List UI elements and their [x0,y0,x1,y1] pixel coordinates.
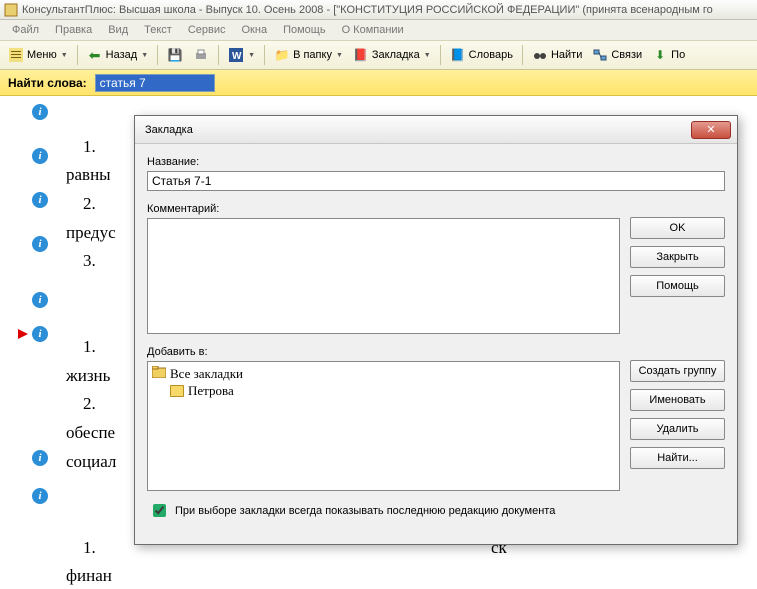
book-icon: 📘 [450,47,466,63]
info-icon[interactable]: i [32,450,48,466]
to-folder-label: В папку [293,49,332,61]
back-button-label: Назад [106,49,138,61]
find-words-input[interactable] [95,74,215,92]
save-button[interactable]: 💾 [163,43,187,67]
show-latest-label: При выборе закладки всегда показывать по… [175,505,555,517]
name-input[interactable] [147,171,725,191]
help-button[interactable]: Помощь [630,275,725,297]
folder-tree[interactable]: Все закладки Петрова [147,361,620,491]
down-arrow-icon: ⬇ [652,47,668,63]
back-arrow-icon: ⬅ [87,47,103,63]
menu-about[interactable]: О Компании [336,22,410,38]
info-icon[interactable]: i [32,192,48,208]
menu-windows[interactable]: Окна [236,22,274,38]
menu-button-label: Меню [27,49,57,61]
chevron-down-icon: ▼ [141,52,148,59]
show-latest-checkbox[interactable] [153,504,166,517]
close-dialog-button[interactable]: Закрыть [630,246,725,268]
bookmark-dialog: Закладка ✕ Название: Комментарий: OK Зак… [134,115,738,545]
addto-label: Добавить в: [147,346,620,358]
gutter: i i i i i i i i [0,96,62,572]
bookmark-label: Закладка [372,49,420,61]
find-words-bar: Найти слова: [0,70,757,96]
bookmark-button[interactable]: 📕 Закладка ▼ [349,43,435,67]
menu-icon [8,47,24,63]
menu-file[interactable]: Файл [6,22,45,38]
tree-child[interactable]: Петрова [152,382,615,399]
menu-help[interactable]: Помощь [277,22,332,38]
links-button[interactable]: Связи [588,43,646,67]
info-icon[interactable]: i [32,488,48,504]
delete-button[interactable]: Удалить [630,418,725,440]
to-folder-button[interactable]: 📁 В папку ▼ [270,43,347,67]
chevron-down-icon: ▼ [424,52,431,59]
info-icon[interactable]: i [32,148,48,164]
word-button[interactable]: W ▼ [224,43,259,67]
svg-text:W: W [232,51,242,62]
info-icon[interactable]: i [32,326,48,342]
po-button[interactable]: ⬇ По [648,43,689,67]
print-button[interactable] [189,43,213,67]
find-button[interactable]: Найти [528,43,586,67]
window-title: КонсультантПлюс: Высшая школа - Выпуск 1… [22,4,713,16]
menu-text[interactable]: Текст [138,22,178,38]
folder-icon [170,385,184,397]
links-label: Связи [611,49,642,61]
toolbar: Меню ▼ ⬅ Назад ▼ 💾 W ▼ 📁 В папку ▼ 📕 Зак… [0,40,757,70]
app-icon [4,3,18,17]
ok-button[interactable]: OK [630,217,725,239]
flag-icon [18,329,28,339]
close-button[interactable]: ✕ [691,121,731,139]
menu-edit[interactable]: Правка [49,22,98,38]
tree-root[interactable]: Все закладки [152,365,615,382]
chevron-down-icon: ▼ [248,52,255,59]
po-label: По [671,49,685,61]
links-icon [592,47,608,63]
find-label: Найти [551,49,582,61]
tree-child-label: Петрова [188,383,234,399]
info-icon[interactable]: i [32,104,48,120]
menu-button[interactable]: Меню ▼ [4,43,72,67]
rename-button[interactable]: Именовать [630,389,725,411]
bookmark-icon: 📕 [353,47,369,63]
dialog-titlebar: Закладка ✕ [135,116,737,144]
tree-root-label: Все закладки [170,366,243,382]
close-icon: ✕ [706,123,715,136]
printer-icon [193,47,209,63]
find-bookmark-button[interactable]: Найти... [630,447,725,469]
comment-label: Комментарий: [147,203,620,215]
floppy-icon: 💾 [167,47,183,63]
menu-view[interactable]: Вид [102,22,134,38]
menubar: Файл Правка Вид Текст Сервис Окна Помощь… [0,20,757,40]
dictionary-label: Словарь [469,49,513,61]
binoculars-icon [532,47,548,63]
folder-icon [152,366,166,382]
dialog-title: Закладка [145,124,193,136]
info-icon[interactable]: i [32,236,48,252]
folder-icon: 📁 [274,47,290,63]
create-group-button[interactable]: Создать группу [630,360,725,382]
back-button[interactable]: ⬅ Назад ▼ [83,43,152,67]
window-titlebar: КонсультантПлюс: Высшая школа - Выпуск 1… [0,0,757,20]
info-icon[interactable]: i [32,292,48,308]
find-words-label: Найти слова: [8,76,87,90]
dictionary-button[interactable]: 📘 Словарь [446,43,517,67]
chevron-down-icon: ▼ [336,52,343,59]
chevron-down-icon: ▼ [61,52,68,59]
menu-service[interactable]: Сервис [182,22,232,38]
word-icon: W [228,47,244,63]
comment-textarea[interactable] [147,218,620,334]
name-label: Название: [147,156,725,168]
